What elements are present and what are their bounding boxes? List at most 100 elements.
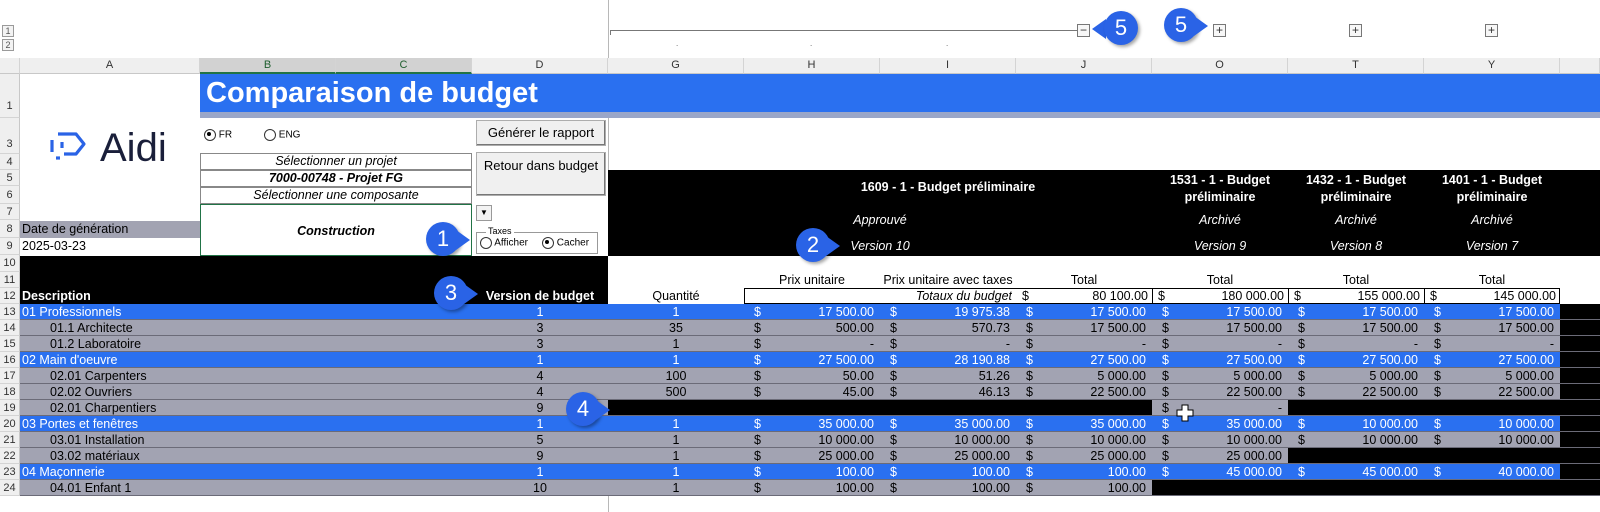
language-radio-fr[interactable]: FR [204, 129, 232, 141]
edge-cell[interactable] [1560, 352, 1600, 368]
quantity-cell: 500 [665, 385, 687, 399]
row-header[interactable]: 6 [0, 186, 20, 204]
row-header[interactable]: 12 [0, 288, 20, 304]
column-header-y[interactable]: Y [1424, 58, 1560, 74]
row-header[interactable]: 22 [0, 448, 20, 464]
up-value: 10 000.00 [818, 433, 874, 447]
column-header-next[interactable] [1560, 58, 1600, 74]
qty-cell[interactable] [608, 400, 744, 416]
column-header-o[interactable]: O [1152, 58, 1288, 74]
edge-cell[interactable] [1560, 400, 1600, 416]
y-value: 10 000.00 [1498, 417, 1554, 431]
total-o: 180 000.00 [1221, 289, 1284, 303]
row-header[interactable]: 20 [0, 416, 20, 432]
edge-cell[interactable] [1560, 416, 1600, 432]
collapse-group-button[interactable]: − [1077, 24, 1090, 37]
callout-5b-pointer [1194, 16, 1208, 36]
expand-group-button-o[interactable]: + [1213, 24, 1226, 37]
taxes-radio-show[interactable]: Afficher [480, 237, 528, 249]
o-cell[interactable] [1152, 480, 1288, 496]
edge-cell[interactable] [1560, 432, 1600, 448]
up-cell[interactable] [744, 400, 880, 416]
column-header-h[interactable]: H [744, 58, 880, 74]
row-header[interactable]: 24 [0, 480, 20, 496]
row-header[interactable]: 8 [0, 220, 20, 238]
outline-level-1-button[interactable]: 1 [2, 25, 14, 37]
edge-cell[interactable] [1560, 320, 1600, 336]
upt-cell[interactable] [880, 400, 1016, 416]
radio-fr-indicator[interactable] [204, 129, 216, 141]
t-value: 45 000.00 [1362, 465, 1418, 479]
row-header[interactable]: 3 [0, 118, 20, 154]
row-header[interactable]: 11 [0, 272, 20, 288]
t-cell[interactable] [1288, 400, 1424, 416]
header-unit-price: Prix unitaire [779, 273, 845, 287]
column-header-a[interactable]: A [20, 58, 200, 74]
edge-cell[interactable] [1560, 448, 1600, 464]
up-value: 27 500.00 [818, 353, 874, 367]
row-header[interactable]: 15 [0, 336, 20, 352]
version-cell: 1 [536, 465, 544, 479]
y-cell[interactable] [1424, 480, 1560, 496]
radio-eng-indicator[interactable] [264, 129, 276, 141]
edge-cell[interactable] [1560, 336, 1600, 352]
row-header[interactable]: 7 [0, 204, 20, 220]
tot-value: 25 000.00 [1090, 449, 1146, 463]
column-header-i[interactable]: I [880, 58, 1016, 74]
row-header[interactable]: 23 [0, 464, 20, 480]
quantity-cell: 100 [665, 369, 687, 383]
project-select[interactable]: 7000-00748 - Projet FG [200, 170, 472, 187]
outline-level-2-button[interactable]: 2 [2, 39, 14, 51]
description-cell: 04 Maçonnerie [22, 465, 105, 479]
description-cell: 04.01 Enfant 1 [50, 481, 132, 495]
row-header[interactable]: 19 [0, 400, 20, 416]
column-header-d[interactable]: D [472, 58, 608, 74]
edge-cell[interactable] [1560, 368, 1600, 384]
header-unit-price-tax: Prix unitaire avec taxes [883, 273, 1013, 287]
t-cell[interactable] [1288, 448, 1424, 464]
language-radio-eng[interactable]: ENG [264, 129, 300, 141]
edge-cell[interactable] [1560, 304, 1600, 320]
row-header[interactable]: 9 [0, 238, 20, 255]
y-cell[interactable] [1424, 400, 1560, 416]
row-header[interactable]: 18 [0, 384, 20, 400]
back-to-budget-button[interactable]: Retour dans budget [476, 152, 606, 196]
expand-group-button-t[interactable]: + [1349, 24, 1362, 37]
upt-value: 19 975.38 [954, 305, 1010, 319]
row-header[interactable]: 21 [0, 432, 20, 448]
outline-dot: . [946, 39, 949, 48]
edge-cell[interactable] [1560, 384, 1600, 400]
y-value: 5 000.00 [1505, 369, 1554, 383]
taxes-hide-indicator[interactable] [542, 237, 554, 249]
row-header[interactable]: 5 [0, 170, 20, 186]
t-value: 17 500.00 [1362, 321, 1418, 335]
column-header-j[interactable]: J [1016, 58, 1152, 74]
taxes-radio-hide[interactable]: Cacher [542, 237, 589, 249]
y-cell[interactable] [1424, 448, 1560, 464]
generate-report-button[interactable]: Générer le rapport [476, 120, 606, 146]
header-total-t: Total [1342, 273, 1370, 287]
expand-group-button-y[interactable]: + [1485, 24, 1498, 37]
t-cell[interactable] [1288, 480, 1424, 496]
tot-cell[interactable] [1016, 400, 1152, 416]
row-header[interactable]: 4 [0, 154, 20, 170]
budget-t-status: Archivé [1335, 213, 1377, 227]
generation-date-value: 2025-03-23 [20, 238, 200, 255]
row-header[interactable]: 10 [0, 255, 20, 272]
edge-cell[interactable] [1560, 480, 1600, 496]
row-header[interactable]: 17 [0, 368, 20, 384]
t-value: 10 000.00 [1362, 417, 1418, 431]
column-header-c[interactable]: C [336, 58, 472, 74]
component-dropdown-arrow-icon[interactable]: ▼ [476, 205, 492, 221]
column-header-t[interactable]: T [1288, 58, 1424, 74]
column-header-g[interactable]: G [608, 58, 744, 74]
row-header[interactable]: 16 [0, 352, 20, 368]
y-value: 17 500.00 [1498, 305, 1554, 319]
column-header-b[interactable]: B [200, 58, 336, 74]
taxes-show-indicator[interactable] [480, 237, 492, 249]
edge-cell[interactable] [1560, 464, 1600, 480]
select-all-corner[interactable] [0, 58, 20, 74]
row-header[interactable]: 1 [0, 74, 20, 118]
row-header[interactable]: 14 [0, 320, 20, 336]
row-header[interactable]: 13 [0, 304, 20, 320]
